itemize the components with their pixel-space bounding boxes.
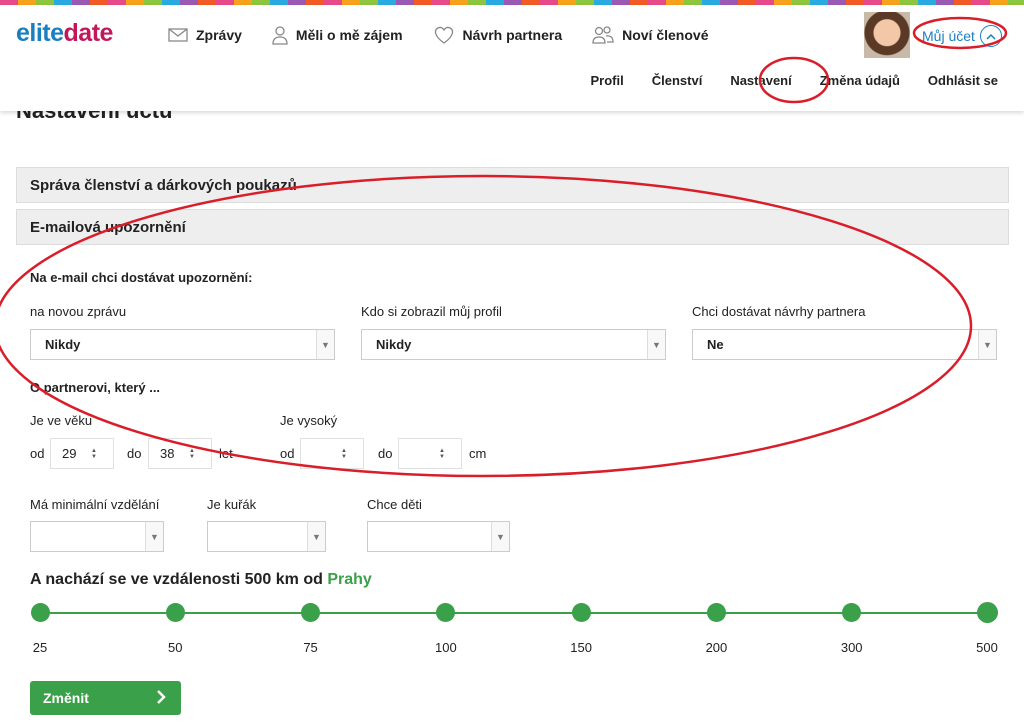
logo-part-2: date [63, 19, 114, 47]
subnav-logout[interactable]: Odhlásit se [928, 73, 998, 88]
chevron-down-icon: ▼ [307, 522, 325, 551]
height-unit: cm [469, 446, 487, 461]
age-from-input[interactable]: 29 ▲ ▼ [50, 438, 114, 469]
section-email-notifications[interactable]: E-mailová upozornění [16, 209, 1009, 245]
distance-prefix: A nachází se ve vzdálenosti 500 km od [30, 571, 323, 588]
envelope-icon [168, 28, 188, 42]
spinner-arrows-icon[interactable]: ▲ ▼ [338, 448, 350, 460]
slider-stop-label: 25 [32, 640, 48, 655]
nav-new-members-label: Noví členové [622, 27, 709, 43]
slider-stop[interactable] [706, 603, 726, 622]
partner-suggestions-select[interactable]: Ne ▼ [692, 329, 997, 360]
submit-label: Změnit [43, 690, 89, 706]
partner-suggestions-label: Chci dostávat návrhy partnera [692, 304, 866, 319]
subnav-membership[interactable]: Členství [652, 73, 703, 88]
distance-city[interactable]: Prahy [327, 571, 371, 588]
partner-heading: O partnerovi, který ... [30, 380, 161, 395]
spinner-arrows-icon[interactable]: ▲ ▼ [88, 448, 100, 460]
nav-new-members[interactable]: Noví členové [592, 25, 708, 45]
distance-title: A nachází se ve vzdálenosti 500 km od Pr… [30, 571, 372, 589]
age-unit: let [219, 446, 233, 461]
height-to-input[interactable]: ▲ ▼ [398, 438, 462, 469]
new-message-select[interactable]: Nikdy ▼ [30, 329, 335, 360]
partner-suggestions-value: Ne [707, 337, 724, 352]
chevron-down-icon: ▼ [978, 330, 996, 359]
children-label: Chce děti [367, 497, 422, 512]
slider-stop[interactable] [571, 603, 591, 622]
slider-stop-label: 150 [570, 640, 592, 655]
slider-stop[interactable] [976, 602, 998, 623]
logo-part-1: elite [16, 19, 64, 47]
smoker-label: Je kuřák [207, 497, 257, 512]
chevron-down-icon: ▼ [145, 522, 163, 551]
person-icon [272, 26, 288, 45]
slider-stop-label: 300 [840, 640, 863, 655]
chevron-right-icon [157, 690, 166, 704]
new-message-label: na novou zprávu [30, 304, 127, 319]
profile-views-select[interactable]: Nikdy ▼ [361, 329, 666, 360]
age-from-value: 29 [62, 446, 77, 461]
account-menu[interactable]: Můj účet [922, 25, 1002, 47]
subnav-profile[interactable]: Profil [591, 73, 624, 88]
nav-interested[interactable]: Měli o mě zájem [272, 25, 403, 45]
height-label: Je vysoký [280, 413, 338, 428]
avatar[interactable] [864, 12, 910, 58]
subnav-settings[interactable]: Nastavení [730, 73, 791, 88]
logo[interactable]: elitedate [16, 19, 113, 48]
section-membership[interactable]: Správa členství a dárkových poukazů [16, 167, 1009, 203]
smoker-select[interactable]: ▼ [207, 521, 326, 552]
account-label: Můj účet [922, 28, 975, 44]
slider-stop[interactable] [165, 603, 185, 622]
profile-views-label: Kdo si zobrazil můj profil [361, 304, 502, 319]
nav-interested-label: Měli o mě zájem [295, 27, 403, 43]
subnav-change-data[interactable]: Změna údajů [820, 73, 900, 88]
height-from-label: od [280, 446, 295, 461]
people-icon [592, 26, 614, 44]
education-select[interactable]: ▼ [30, 521, 164, 552]
age-to-label: do [127, 446, 142, 461]
slider-stop[interactable] [436, 603, 456, 622]
slider-stop-label: 500 [976, 640, 998, 655]
site-header: elitedate Zprávy Měli o mě zájem Návrh p… [0, 5, 1024, 111]
spinner-arrows-icon[interactable]: ▲ ▼ [186, 448, 198, 460]
notifications-heading: Na e-mail chci dostávat upozornění: [30, 270, 253, 285]
spinner-arrows-icon[interactable]: ▲ ▼ [436, 448, 448, 460]
nav-messages[interactable]: Zprávy [168, 25, 242, 45]
chevron-down-icon: ▼ [491, 522, 509, 551]
slider-stop[interactable] [301, 603, 321, 622]
slider-stop-label: 100 [434, 640, 457, 655]
slider-stop-label: 75 [303, 640, 318, 655]
age-from-label: od [30, 446, 45, 461]
slider-stop[interactable] [30, 603, 50, 622]
children-select[interactable]: ▼ [367, 521, 510, 552]
heart-icon [434, 26, 453, 44]
chevron-down-icon: ▼ [647, 330, 665, 359]
new-message-value: Nikdy [45, 337, 81, 352]
nav-messages-label: Zprávy [196, 27, 242, 43]
slider-stop[interactable] [842, 603, 862, 622]
slider-stop-label: 200 [705, 640, 728, 655]
submit-button[interactable]: Změnit [30, 681, 181, 715]
height-to-label: do [378, 446, 393, 461]
age-to-value: 38 [160, 446, 175, 461]
age-label: Je ve věku [30, 413, 93, 428]
nav-suggestion-label: Návrh partnera [462, 27, 563, 43]
slider-stop-label: 50 [168, 640, 183, 655]
age-to-input[interactable]: 38 ▲ ▼ [148, 438, 212, 469]
education-label: Má minimální vzdělání [30, 497, 160, 512]
main-nav: Zprávy Měli o mě zájem Návrh partnera No… [168, 25, 738, 45]
chevron-down-icon: ▼ [316, 330, 334, 359]
nav-suggestion[interactable]: Návrh partnera [433, 25, 563, 45]
height-from-input[interactable]: ▲ ▼ [300, 438, 364, 469]
profile-views-value: Nikdy [376, 337, 412, 352]
chevron-up-icon[interactable] [979, 25, 1002, 47]
account-subnav: Profil Členství Nastavení Změna údajů Od… [563, 73, 999, 88]
